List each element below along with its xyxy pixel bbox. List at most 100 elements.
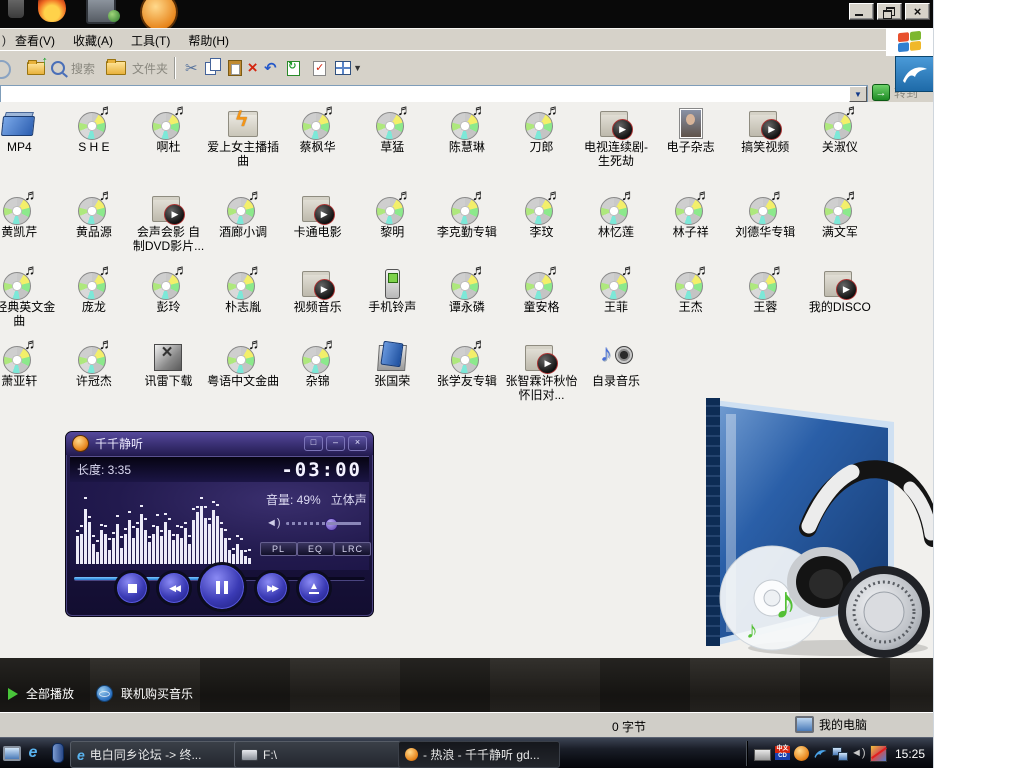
speaker-icon[interactable]: ◄) [266,517,281,529]
forward-button[interactable]: ▶▶ [254,570,290,606]
file-item[interactable]: S H E [57,106,132,191]
stop-button[interactable] [114,570,150,606]
file-item[interactable]: 张国荣 [355,340,430,424]
volume-tray-icon[interactable]: ◄) [851,746,866,761]
views-button[interactable]: ▼ [335,57,362,79]
up-folder-button[interactable]: ↑ [27,57,45,79]
pause-button[interactable] [197,562,247,612]
file-item[interactable]: 满文军 [803,191,878,266]
network-tray-icon[interactable] [832,746,847,761]
menu-item[interactable]: 查看(V) [6,32,64,50]
file-item[interactable]: 讯雷下载 [131,340,206,424]
file-item[interactable]: 电子杂志 [653,106,728,191]
player-close-button[interactable]: × [348,436,367,451]
file-item[interactable]: 谭永磷 [430,266,505,340]
file-item[interactable]: 自录音乐 [579,340,654,424]
xunlei-tray-icon[interactable] [813,746,828,761]
file-item[interactable]: 童安格 [504,266,579,340]
player-maximize-button[interactable]: □ [304,436,323,451]
file-item[interactable]: 庞龙 [57,266,132,340]
search-button[interactable]: 搜索 [48,57,95,79]
file-item[interactable]: 手机铃声 [355,266,430,340]
file-item[interactable]: 搞笑视频 [728,106,803,191]
media-strip[interactable] [52,743,64,763]
file-item[interactable]: 陈慧琳 [430,106,505,191]
undo-button[interactable]: ↷ [264,57,277,79]
file-item[interactable]: 刘德华专辑 [728,191,803,266]
player-tab-pl[interactable]: PL [260,542,297,556]
file-item[interactable]: 我的DISCO [803,266,878,340]
player-tab-eq[interactable]: EQ [297,542,334,556]
address-input[interactable]: ▼ [0,85,868,103]
address-dropdown-button[interactable]: ▼ [849,86,867,102]
file-item[interactable]: 刀郎 [504,106,579,191]
file-item[interactable]: 朴志胤 [206,266,281,340]
delete-button[interactable]: × [248,57,258,79]
buy-music-link[interactable]: 联机购买音乐 [121,685,193,702]
copy-button[interactable] [204,57,222,79]
player-title-bar[interactable]: 千千静听 □ – × [66,432,373,455]
file-item[interactable]: 黄凯芹 [0,191,57,266]
file-item[interactable]: 李玟 [504,191,579,266]
file-item[interactable]: 爱上女主播插曲 [206,106,281,191]
file-item[interactable]: 林忆莲 [579,191,654,266]
file-item[interactable]: 杂锦 [280,340,355,424]
refresh-button[interactable] [287,57,300,79]
internet-explorer-icon[interactable]: e [24,744,42,762]
volume-slider[interactable] [286,522,361,525]
taskbar-button[interactable]: e电白同乡论坛 -> 终... [70,741,242,768]
file-item[interactable]: 林子祥 [653,191,728,266]
folders-button[interactable]: 文件夹 [103,57,168,79]
eject-button[interactable] [296,570,332,606]
file-item[interactable]: 黎明 [355,191,430,266]
file-item[interactable]: 王杰 [653,266,728,340]
minimize-button[interactable] [849,3,874,20]
paste-button[interactable] [228,57,242,79]
volume-knob[interactable] [325,518,338,531]
menu-item[interactable]: 工具(T) [122,32,179,50]
file-item[interactable]: MP4 [0,106,57,191]
file-item[interactable]: 王蓉 [728,266,803,340]
menu-item[interactable]: 帮助(H) [179,32,238,50]
play-all-link[interactable]: 全部播放 [26,685,74,702]
ttplayer-tray-icon[interactable] [794,746,809,761]
rewind-button[interactable]: ◀◀ [156,570,192,606]
checklist-button[interactable] [313,57,326,79]
flame-icon[interactable] [38,0,66,22]
file-item[interactable]: 卡通电影 [280,191,355,266]
taskbar-button[interactable]: F:\ [234,741,404,768]
file-item[interactable]: 啊杜 [131,106,206,191]
taskbar-button[interactable]: - 热浪 - 千千静听 gd... [398,741,560,768]
chinese-cd-icon[interactable]: 中文CD [775,746,790,761]
orange-logo-icon[interactable] [140,0,178,28]
file-item[interactable]: 蔡枫华 [280,106,355,191]
cut-button[interactable]: ✂ [185,57,198,79]
file-item[interactable]: 会声会影 自制DVD影片... [131,191,206,266]
player-tab-lrc[interactable]: LRC [334,542,371,556]
file-item[interactable]: 美经典英文金曲 [0,266,57,340]
file-item[interactable]: 粤语中文金曲 [206,340,281,424]
computer-globe-icon[interactable] [86,0,116,24]
file-item[interactable]: 酒廊小调 [206,191,281,266]
keyboard-icon[interactable] [754,749,771,761]
file-item[interactable]: 黄品源 [57,191,132,266]
player-minimize-button[interactable]: – [326,436,345,451]
file-item[interactable]: 关淑仪 [803,106,878,191]
xunlei-swallow-icon[interactable] [895,56,933,92]
file-item[interactable]: 视频音乐 [280,266,355,340]
file-item[interactable]: 许冠杰 [57,340,132,424]
file-item[interactable]: 萧亚轩 [0,340,57,424]
show-desktop-icon[interactable] [3,744,21,762]
restore-button[interactable] [877,3,902,20]
close-button[interactable] [905,3,930,20]
file-item[interactable]: 张智霖许秋怡怀旧对... [504,340,579,424]
no-signal-tray-icon[interactable] [870,745,887,762]
partial-back-icon[interactable] [0,60,11,79]
file-item[interactable]: 彭玲 [131,266,206,340]
file-item[interactable]: 草猛 [355,106,430,191]
file-item[interactable]: 电视连续剧-生死劫 [579,106,654,191]
partial-desktop-icon[interactable] [8,0,24,18]
file-item[interactable]: 张学友专辑 [430,340,505,424]
menu-item[interactable]: 收藏(A) [64,32,122,50]
file-item[interactable]: 王菲 [579,266,654,340]
